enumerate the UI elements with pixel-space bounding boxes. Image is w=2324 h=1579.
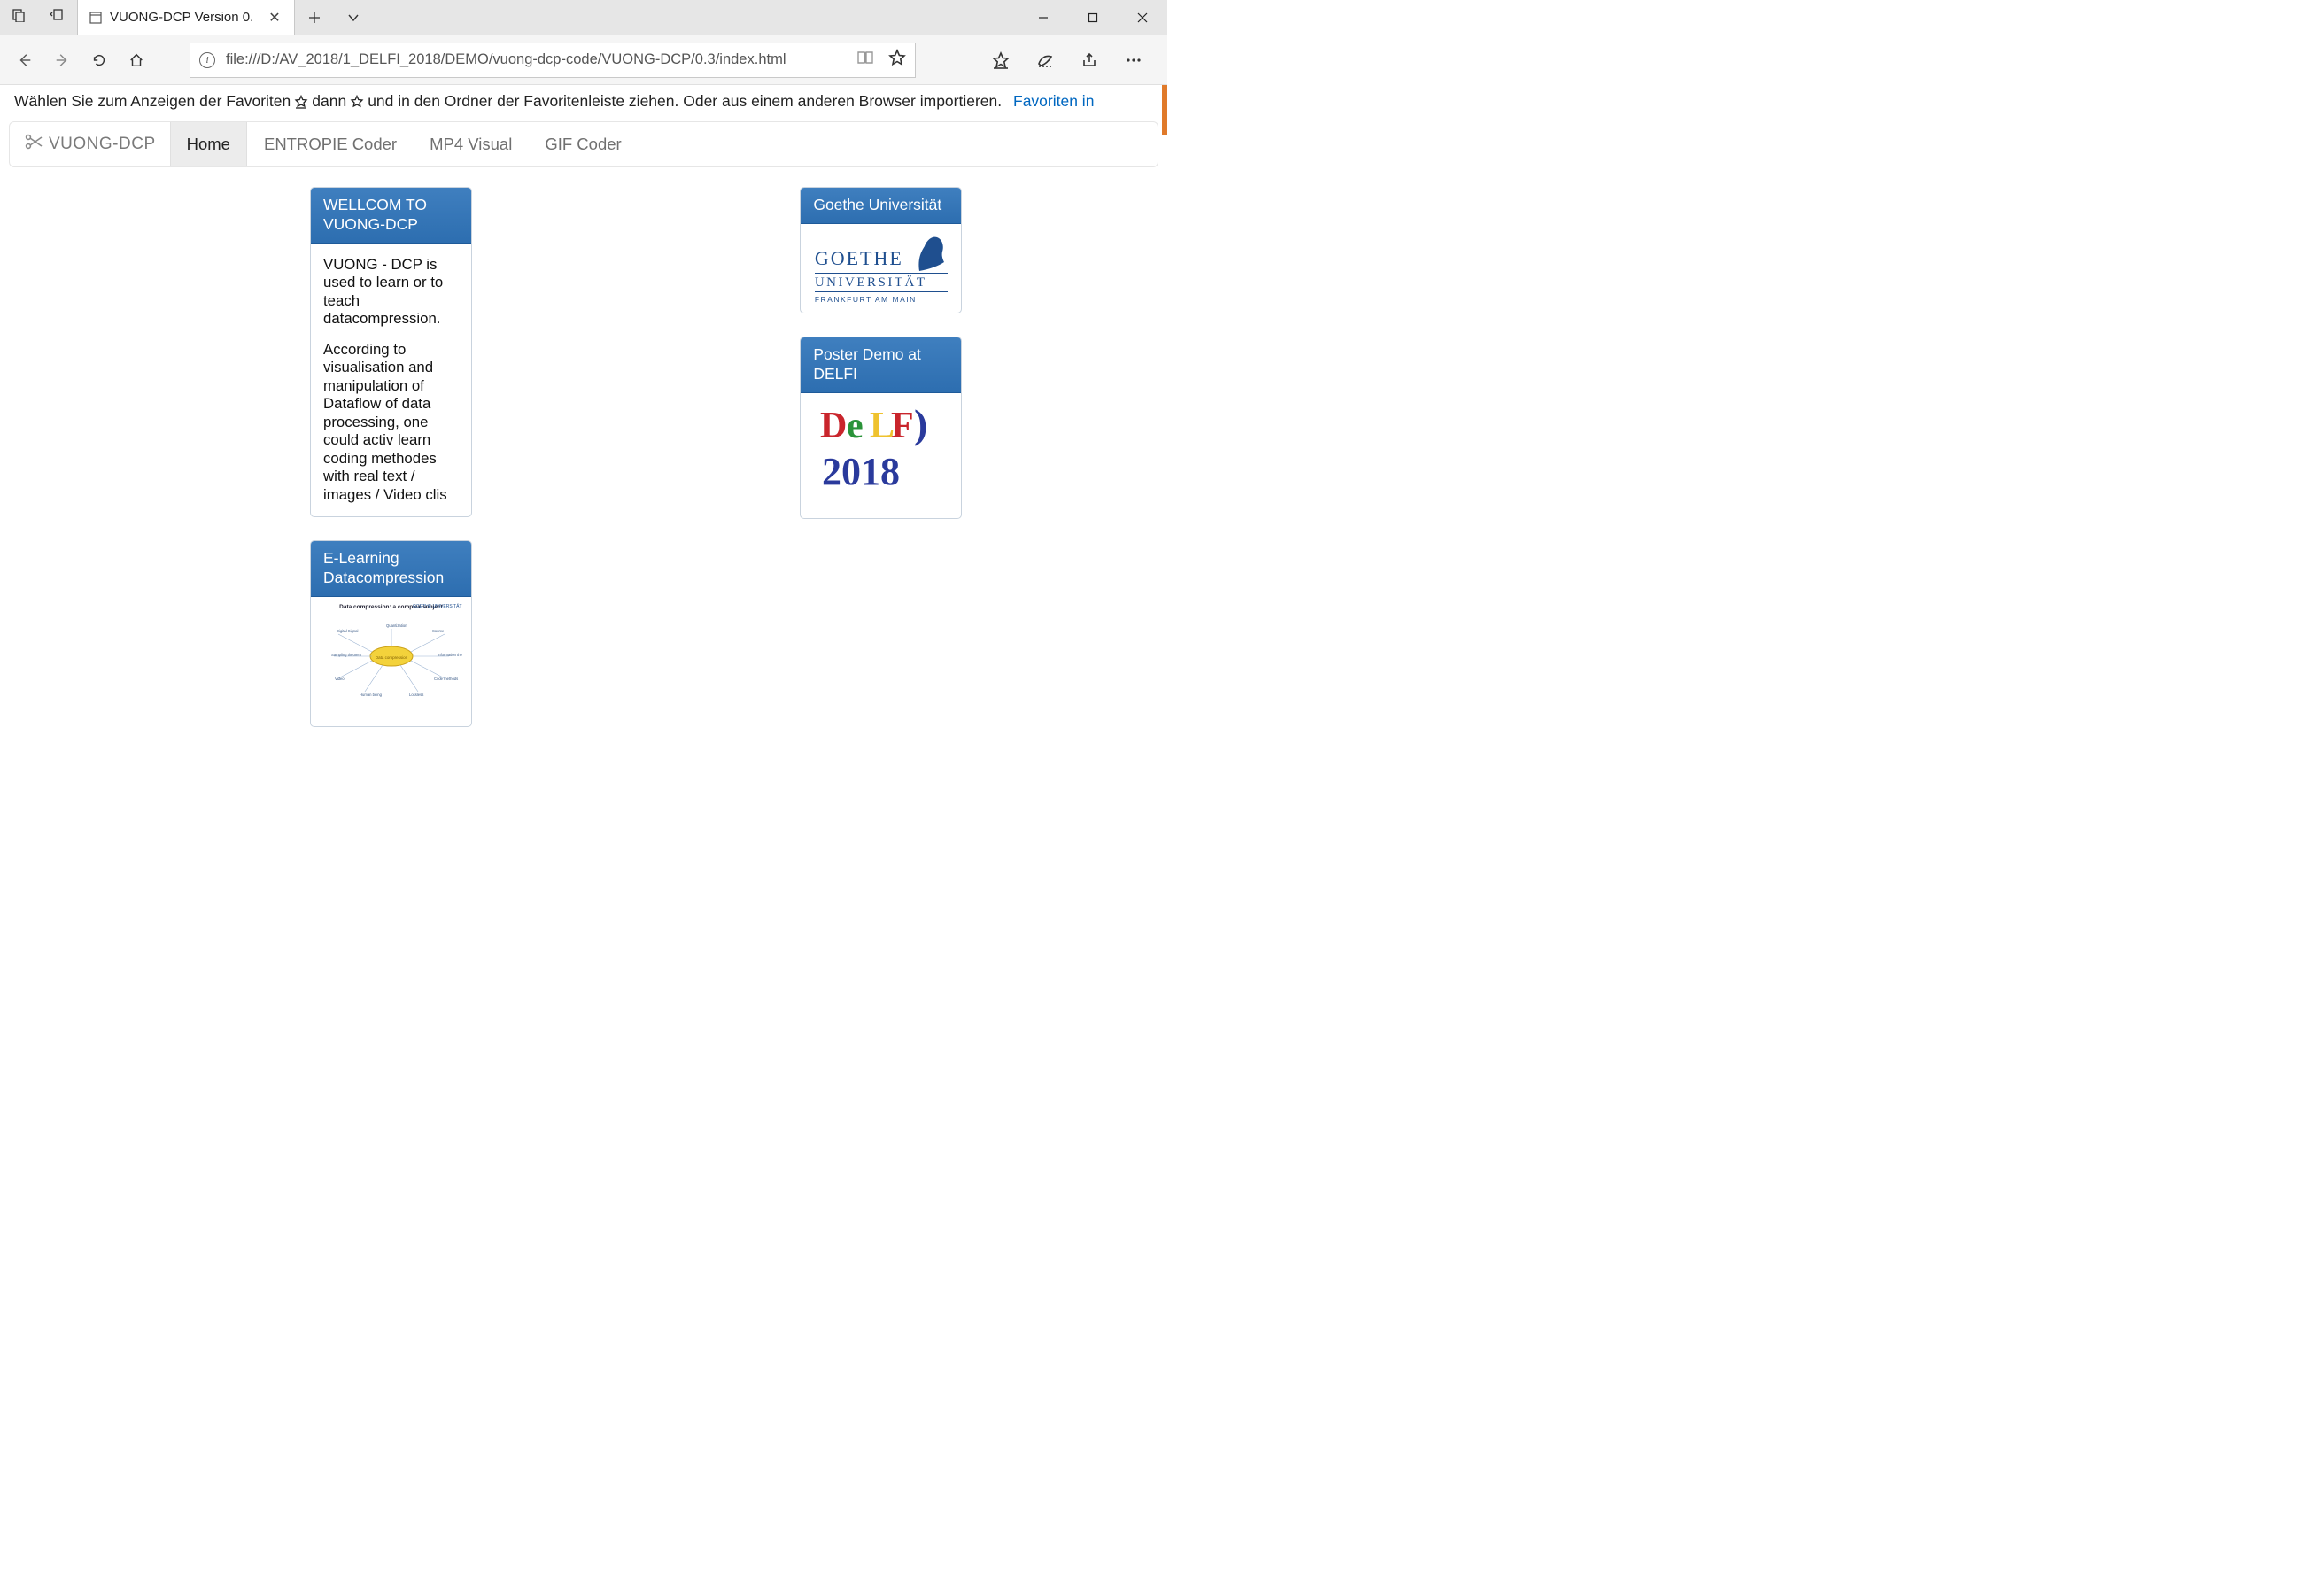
card-welcome: WELLCOM TO VUONG-DCP VUONG - DCP is used… [310, 187, 472, 517]
site-info-icon[interactable]: i [199, 52, 215, 68]
svg-text:Quantization: Quantization [386, 623, 407, 628]
svg-text:Video: Video [335, 677, 345, 681]
favorite-star-icon[interactable] [888, 49, 906, 71]
tab-mp4-visual[interactable]: MP4 Visual [413, 122, 528, 166]
browser-toolbar: i file:///D:/AV_2018/1_DELFI_2018/DEMO/v… [0, 35, 1167, 85]
window-titlebar: VUONG-DCP Version 0. ✕ [0, 0, 1167, 35]
mindmap-corner-brand: GOETHE UNIVERSITÄT [413, 604, 462, 609]
brand[interactable]: VUONG-DCP [10, 122, 170, 166]
brand-label: VUONG-DCP [49, 135, 156, 154]
window-minimize-button[interactable] [1019, 0, 1068, 35]
fav-hint-text-3: und in den Ordner der Favoritenleiste zi… [368, 92, 1002, 111]
delfi-f: F [891, 406, 914, 446]
svg-text:Code methods: Code methods [434, 677, 458, 681]
welcome-p1: VUONG - DCP is used to learn or to teach… [323, 256, 459, 329]
tab-aside-buttons [0, 0, 78, 35]
svg-text:Information theory: Information theory [438, 653, 462, 657]
tab-close-icon[interactable]: ✕ [262, 9, 287, 27]
delfi-paren: ) [914, 401, 927, 446]
svg-text:Sampling theorem: Sampling theorem [331, 653, 361, 657]
back-button[interactable] [7, 43, 43, 78]
card-elearning-header: E-Learning Datacompression [311, 541, 471, 597]
svg-text:Human being: Human being [360, 693, 383, 697]
fav-hint-text-1: Wählen Sie zum Anzeigen der Favoriten [14, 92, 290, 111]
set-aside-tabs-icon[interactable] [12, 8, 27, 27]
browser-tab[interactable]: VUONG-DCP Version 0. ✕ [78, 0, 295, 35]
content-column-1: WELLCOM TO VUONG-DCP VUONG - DCP is used… [310, 187, 600, 727]
goethe-city: FRANKFURT AM MAIN [815, 295, 948, 304]
new-tab-button[interactable] [295, 0, 334, 35]
card-welcome-body: VUONG - DCP is used to learn or to teach… [311, 244, 471, 516]
card-goethe-body: GOETHE UNIVERSITÄT FRANKFURT AM MAIN [801, 224, 961, 313]
delfi-e: e [847, 406, 864, 446]
star-outline-icon [350, 95, 364, 109]
goethe-word: GOETHE [815, 247, 903, 271]
delfi-d: D [820, 406, 847, 446]
window-controls [1019, 0, 1167, 35]
favorites-star-list-icon [294, 95, 308, 109]
app-nav: VUONG-DCP Home ENTROPIE Coder MP4 Visual… [9, 121, 1158, 167]
url-text: file:///D:/AV_2018/1_DELFI_2018/DEMO/vuo… [226, 51, 846, 68]
fav-hint-text-2: dann [312, 92, 346, 111]
card-goethe: Goethe Universität GOETHE UNIVERSITÄT FR… [800, 187, 962, 313]
addr-right-icons [856, 49, 906, 71]
home-button[interactable] [119, 43, 154, 78]
more-icon[interactable] [1116, 43, 1151, 78]
card-elearning: E-Learning Datacompression GOETHE UNIVER… [310, 540, 472, 727]
address-bar[interactable]: i file:///D:/AV_2018/1_DELFI_2018/DEMO/v… [190, 43, 916, 78]
tab-entropie-coder[interactable]: ENTROPIE Coder [247, 122, 413, 166]
tab-gif-coder[interactable]: GIF Coder [528, 122, 637, 166]
favorites-hub-icon[interactable] [983, 43, 1019, 78]
tab-dropdown-button[interactable] [334, 0, 373, 35]
delfi-logo: D e L F ) 2018 [815, 400, 948, 511]
content-grid: WELLCOM TO VUONG-DCP VUONG - DCP is used… [310, 187, 1178, 727]
toolbar-right [983, 43, 1160, 78]
page-icon [89, 11, 103, 25]
tab-title: VUONG-DCP Version 0. [110, 10, 255, 25]
svg-text:Data compression: Data compression [375, 655, 407, 660]
tab-home[interactable]: Home [170, 122, 247, 166]
scissors-icon [24, 133, 43, 156]
card-delfi-body: D e L F ) 2018 [801, 393, 961, 518]
goethe-uni: UNIVERSITÄT [815, 273, 948, 292]
card-elearning-body: GOETHE UNIVERSITÄT Data compression: a c… [311, 597, 471, 726]
forward-button[interactable] [44, 43, 80, 78]
goethe-silhouette-icon [912, 232, 948, 271]
window-close-button[interactable] [1118, 0, 1167, 35]
svg-text:Source: Source [432, 629, 445, 633]
refresh-button[interactable] [81, 43, 117, 78]
favorites-hint-bar: Wählen Sie zum Anzeigen der Favoriten da… [0, 85, 1167, 116]
card-delfi: Poster Demo at DELFI D e L F ) 2018 [800, 337, 962, 519]
reading-view-icon[interactable] [856, 49, 874, 71]
card-welcome-header: WELLCOM TO VUONG-DCP [311, 188, 471, 244]
welcome-p2: According to visualisation and manipulat… [323, 341, 459, 504]
goethe-logo: GOETHE UNIVERSITÄT FRANKFURT AM MAIN [815, 232, 948, 305]
page-content: VUONG-DCP Home ENTROPIE Coder MP4 Visual… [0, 116, 1167, 732]
right-accent-strip [1162, 85, 1167, 135]
delfi-year: 2018 [822, 450, 900, 493]
card-delfi-header: Poster Demo at DELFI [801, 337, 961, 393]
tab-actions [295, 0, 373, 35]
window-maximize-button[interactable] [1068, 0, 1118, 35]
svg-text:Lossless: Lossless [409, 693, 423, 697]
share-icon[interactable] [1072, 43, 1107, 78]
mindmap-diagram: GOETHE UNIVERSITÄT Data compression: a c… [321, 604, 462, 719]
svg-text:Digital Signal: Digital Signal [337, 629, 359, 633]
card-goethe-header: Goethe Universität [801, 188, 961, 224]
import-favorites-link[interactable]: Favoriten in [1013, 92, 1094, 111]
show-aside-tabs-icon[interactable] [50, 8, 65, 27]
notes-icon[interactable] [1027, 43, 1063, 78]
content-column-3: Goethe Universität GOETHE UNIVERSITÄT FR… [800, 187, 1178, 727]
